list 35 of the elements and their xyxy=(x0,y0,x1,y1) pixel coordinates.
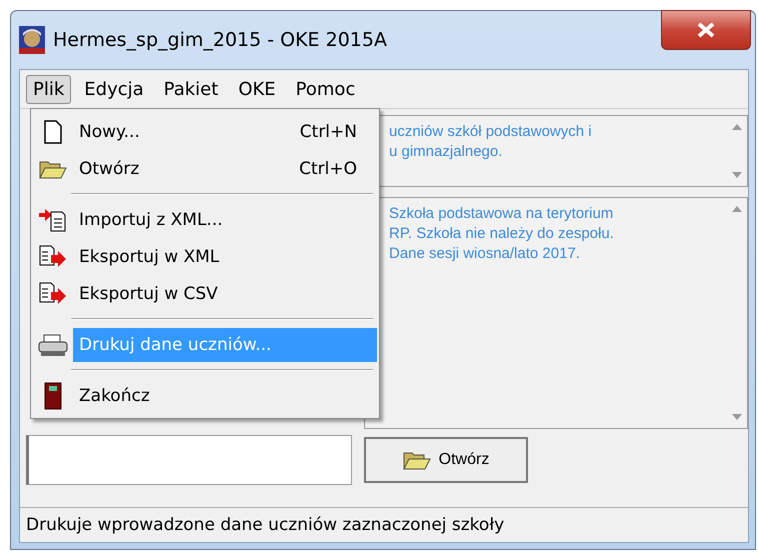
school-info-line: Szkoła podstawowa na terytorium xyxy=(389,204,614,224)
menu-item[interactable]: Importuj z XML... xyxy=(73,202,377,236)
page-icon xyxy=(43,120,63,144)
export-document-icon xyxy=(39,282,67,306)
description-line: uczniów szkół podstawowych i xyxy=(389,122,593,142)
import-document-icon xyxy=(39,208,67,232)
close-icon xyxy=(697,22,715,38)
menu-bar-item[interactable]: Edycja xyxy=(77,74,151,104)
printer-icon xyxy=(38,332,68,356)
shortcut-text: Ctrl+N xyxy=(300,122,358,142)
menu-bar-item[interactable]: Pomoc xyxy=(288,74,362,104)
status-text: Drukuje wprowadzone dane uczniów zaznaczonej szkoły xyxy=(26,515,504,535)
school-info-line: RP. Szkoła nie należy do zespołu. xyxy=(389,224,615,244)
menu-bar-item[interactable]: OKE xyxy=(231,74,283,104)
menu-bar-item[interactable]: Plik xyxy=(26,74,72,104)
app-icon xyxy=(19,26,45,54)
scroll-up-icon xyxy=(732,206,742,212)
export-document-icon xyxy=(39,244,67,268)
close-button[interactable] xyxy=(661,10,751,50)
description-line: u gimnazjalnego. xyxy=(389,142,504,162)
menu-item[interactable]: Otwórz Ctrl+O xyxy=(73,152,377,186)
menu-item[interactable]: Nowy... Ctrl+N xyxy=(73,114,377,148)
menu-bar-item[interactable]: Pakiet xyxy=(156,74,226,104)
scroll-down-icon xyxy=(732,172,742,178)
menu-item[interactable]: Zakończ xyxy=(73,378,377,412)
school-info-line: Dane sesji wiosna/lato 2017. xyxy=(389,244,581,264)
window-title: Hermes_sp_gim_2015 - OKE 2015A xyxy=(53,29,387,51)
open-button[interactable]: Otwórz xyxy=(364,437,528,483)
menu-item[interactable]: Eksportuj w XML xyxy=(73,240,377,274)
input-field[interactable] xyxy=(26,435,352,485)
shortcut-text: Ctrl+O xyxy=(299,158,358,178)
door-icon xyxy=(44,382,62,410)
scroll-down-icon xyxy=(732,414,742,420)
menu-item[interactable]: Eksportuj w CSV xyxy=(73,276,377,310)
scroll-up-icon xyxy=(732,124,742,130)
